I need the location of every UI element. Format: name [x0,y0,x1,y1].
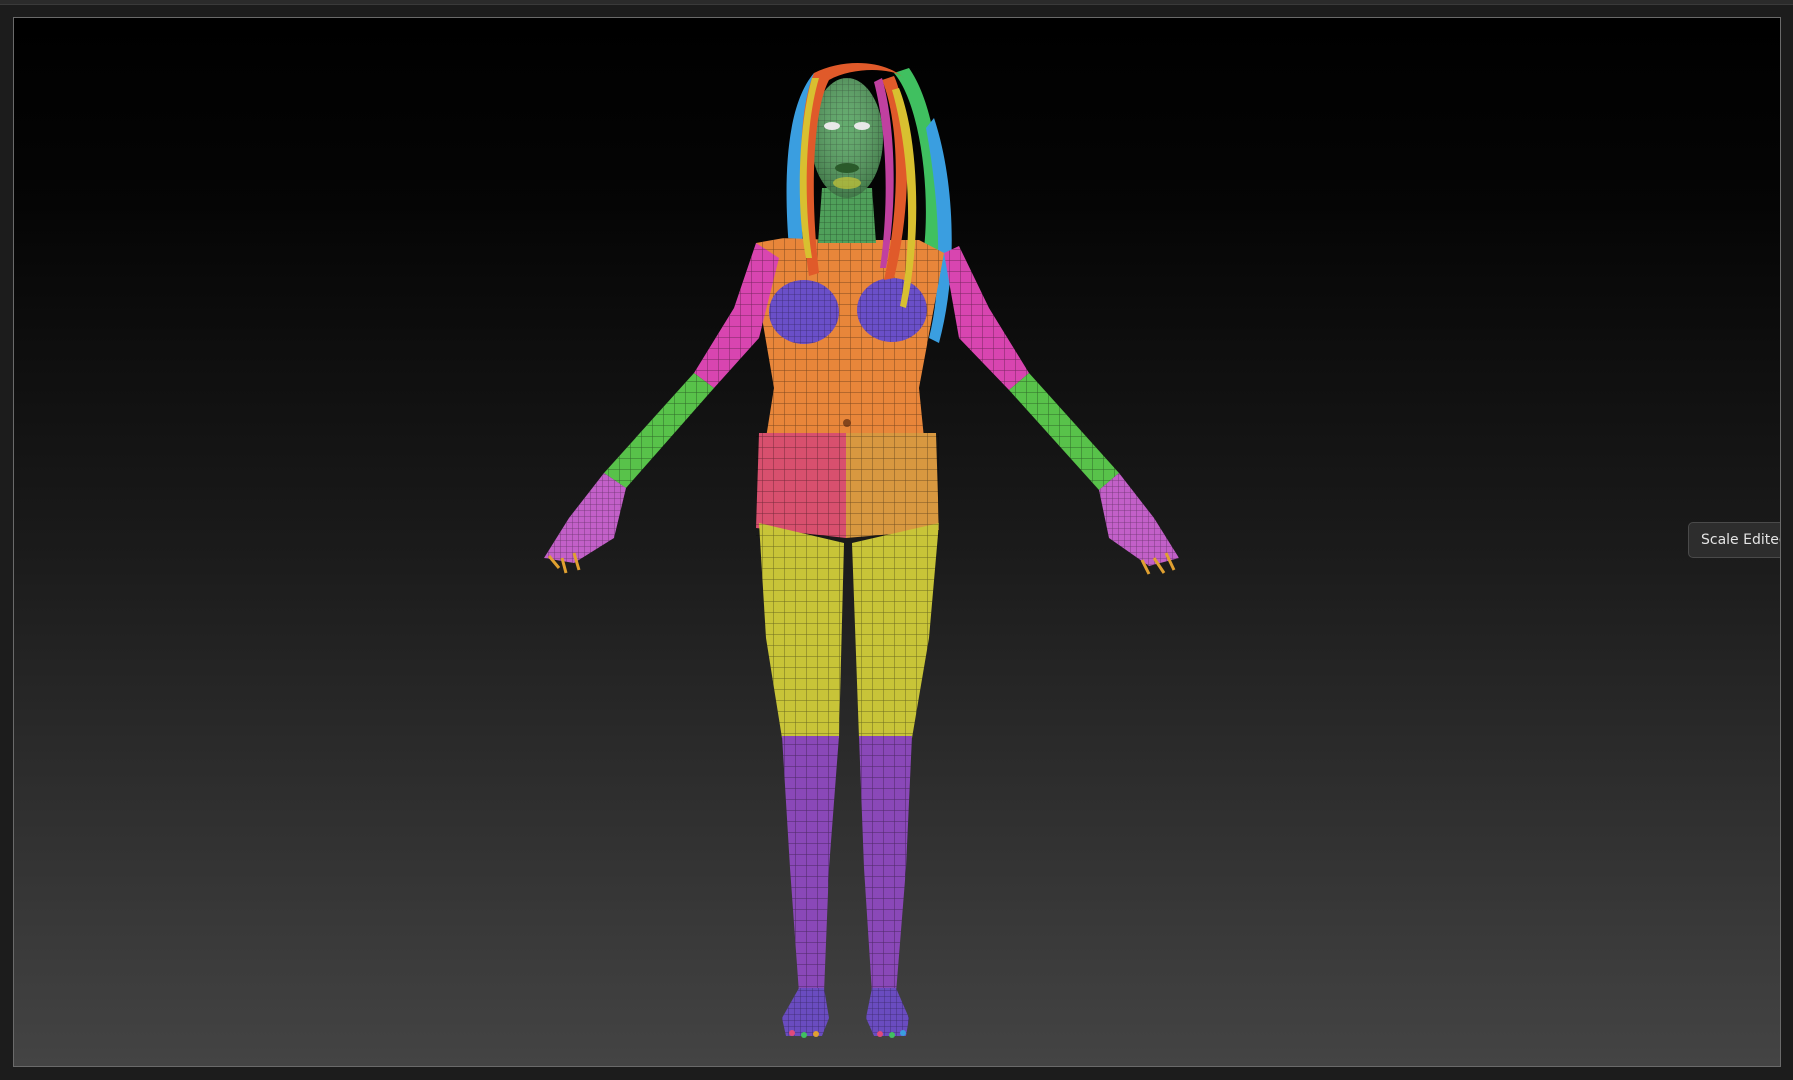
shin-mesh [782,736,912,993]
3d-viewport[interactable]: Scale Edited Objec [13,17,1781,1067]
torso-mesh [756,238,944,538]
top-menu-strip [0,0,1793,5]
right-arm-mesh [944,246,1179,575]
feet-mesh [782,988,909,1038]
left-arm-mesh [544,243,779,574]
polygroup-mesh-figure[interactable] [14,18,1781,1067]
scale-edited-object-tooltip: Scale Edited Objec [1688,522,1780,558]
thigh-mesh [759,523,939,738]
